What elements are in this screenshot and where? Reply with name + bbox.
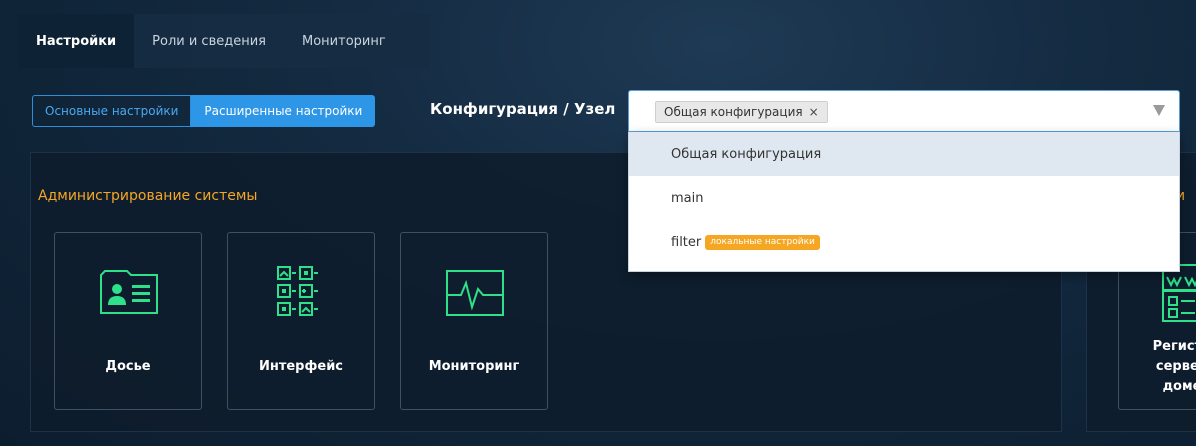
config-node-select[interactable]: Общая конфигурация ×	[628, 90, 1180, 132]
dropdown-caret-icon[interactable]	[1153, 105, 1165, 116]
card-interface-label: Интерфейс	[258, 359, 344, 374]
config-option-filter[interactable]: filter локальные настройки	[629, 220, 1179, 264]
card-dossier-label: Досье	[105, 359, 151, 374]
local-settings-badge: локальные настройки	[705, 234, 820, 250]
tab-monitoring[interactable]: Мониторинг	[284, 14, 404, 68]
tab-roles[interactable]: Роли и сведения	[134, 14, 284, 68]
top-tabbar: Настройки Роли и сведения Мониторинг	[18, 14, 430, 68]
card-interface[interactable]: Интерфейс	[227, 232, 375, 410]
config-dropdown-menu: Общая конфигурация main filter локальные…	[628, 132, 1180, 272]
chip-remove-icon[interactable]: ×	[809, 105, 819, 119]
card-monitoring-label: Мониторинг	[428, 359, 520, 374]
card-dossier[interactable]: Досье	[54, 232, 202, 410]
admin-panel-title: Администрирование системы	[38, 188, 258, 204]
settings-mode-toggle: Основные настройки Расширенные настройки	[32, 95, 376, 127]
card-monitoring[interactable]: Мониторинг	[400, 232, 548, 410]
advanced-settings-button[interactable]: Расширенные настройки	[191, 95, 376, 127]
dossier-icon	[100, 270, 158, 314]
monitoring-icon	[446, 270, 504, 316]
config-option-main[interactable]: main	[629, 176, 1179, 220]
config-option-general[interactable]: Общая конфигурация	[629, 132, 1179, 176]
tab-settings[interactable]: Настройки	[18, 14, 135, 68]
config-node-label: Конфигурация / Узел	[430, 100, 616, 118]
selected-config-chip-label: Общая конфигурация	[664, 105, 803, 119]
app-frame: Настройки Роли и сведения Мониторинг Осн…	[8, 0, 1196, 446]
selected-config-chip: Общая конфигурация ×	[655, 101, 828, 123]
interface-icon	[277, 266, 318, 316]
card-domain-server-label: Регистр сервер доме	[1152, 339, 1196, 394]
basic-settings-button[interactable]: Основные настройки	[32, 95, 192, 127]
